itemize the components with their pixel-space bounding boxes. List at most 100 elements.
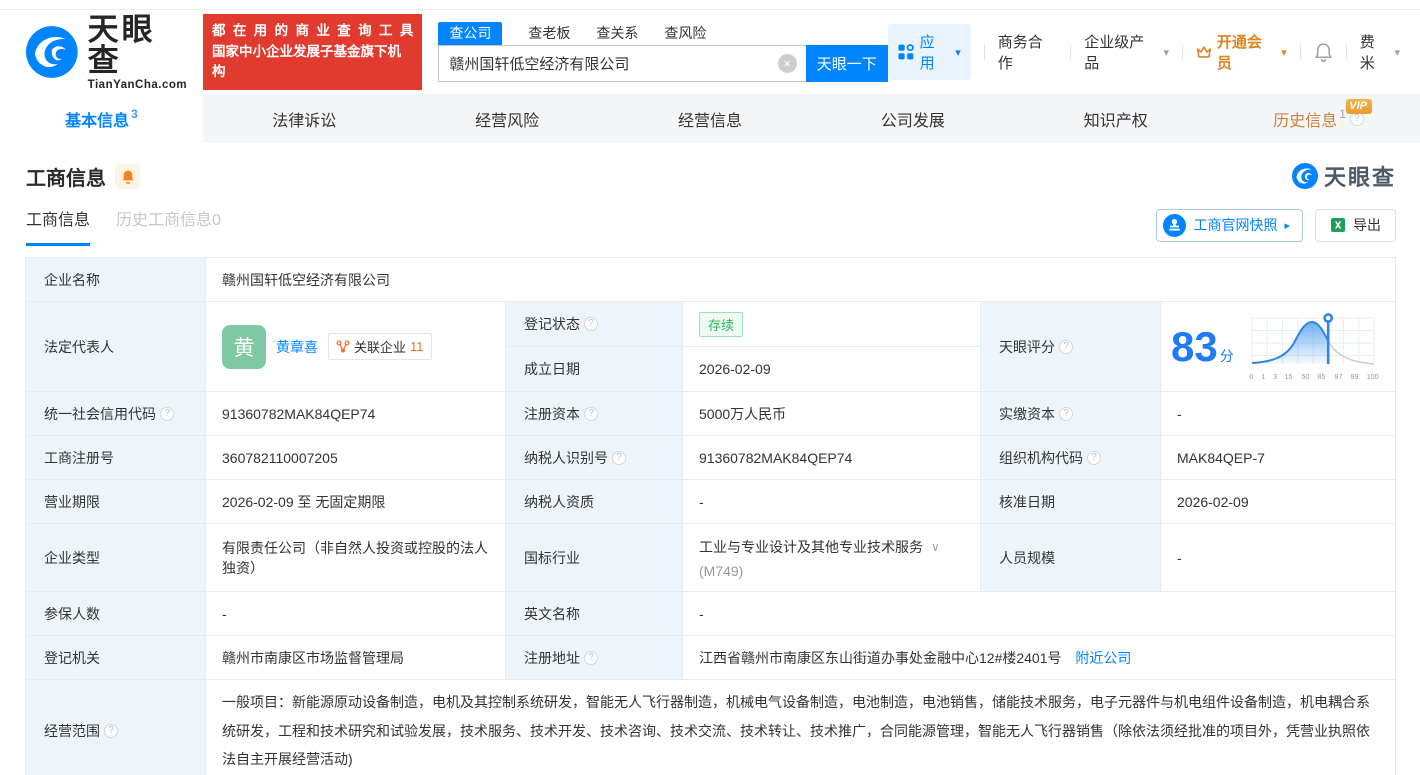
table-row: 营业期限 2026-02-09 至 无固定期限 纳税人资质 - 核准日期 202… — [25, 479, 1397, 524]
chevron-down-icon[interactable]: ∨ — [931, 540, 940, 554]
field-label-reg-number: 工商注册号 — [25, 435, 206, 480]
industry-code: (M749) — [699, 562, 744, 579]
divider — [1070, 44, 1072, 60]
clear-search-icon[interactable]: × — [777, 54, 797, 73]
tab-basic-info[interactable]: 基本信息 3 — [0, 94, 203, 143]
brand-slogan-badge: 都在用的商业查询工具 国家中小企业发展子基金旗下机构 — [203, 13, 423, 91]
tianyancha-logo-icon — [1291, 163, 1318, 189]
field-label-reg-status: 登记状态? — [505, 301, 683, 347]
bell-icon — [1315, 43, 1332, 62]
help-icon[interactable]: ? — [104, 724, 118, 739]
status-badge: 存续 — [699, 311, 744, 337]
help-icon[interactable]: ? — [160, 406, 174, 421]
tab-company-development[interactable]: 公司发展 — [811, 94, 1014, 143]
field-value-score: 83 分 0 1 3 15 50 85 97 99 100 — [1159, 301, 1397, 392]
tab-operational-risk[interactable]: 经营风险 — [406, 94, 609, 143]
user-menu[interactable]: 费米 ▾ — [1360, 31, 1400, 73]
help-icon[interactable]: ? — [584, 317, 598, 331]
subtab-history-business-info[interactable]: 历史工商信息0 — [116, 206, 221, 246]
legal-rep-avatar[interactable]: 黄 — [222, 324, 266, 369]
legal-rep-name-link[interactable]: 黄章喜 — [276, 337, 318, 357]
field-label-credit-code: 统一社会信用代码? — [25, 391, 206, 436]
field-value-credit-code: 91360782MAK84QEP74 — [205, 391, 506, 436]
export-button[interactable]: 导出 — [1315, 208, 1396, 242]
table-row: 工商注册号 360782110007205 纳税人识别号? 91360782MA… — [25, 435, 1397, 480]
field-label-insured-count: 参保人数 — [25, 591, 206, 636]
field-label-score: 天眼评分? — [980, 301, 1161, 392]
field-label-english-name: 英文名称 — [505, 591, 683, 636]
monitor-bell-button[interactable] — [115, 163, 140, 189]
field-label-company-type: 企业类型 — [25, 523, 206, 592]
score-number: 83 分 — [1171, 322, 1234, 370]
tianyancha-logo[interactable]: 天眼查 TianYanCha.com — [26, 14, 189, 91]
help-icon[interactable]: ? — [612, 450, 626, 465]
field-label-reg-authority: 登记机关 — [25, 635, 206, 680]
field-label-industry: 国标行业 — [505, 523, 683, 592]
field-value-approve-date: 2026-02-09 — [1159, 479, 1397, 524]
field-value-reg-number: 360782110007205 — [205, 435, 506, 480]
tab-intellectual-property[interactable]: 知识产权 — [1014, 94, 1217, 143]
slogan-line1: 都在用的商业查询工具 — [212, 22, 414, 38]
arrow-right-icon: ▸ — [1284, 219, 1290, 232]
search-input[interactable] — [438, 45, 806, 82]
caret-down-icon: ▾ — [1163, 46, 1170, 59]
brand-domain: TianYanCha.com — [87, 78, 188, 91]
help-icon[interactable]: ? — [584, 406, 598, 421]
help-icon[interactable]: ? — [584, 650, 598, 665]
apps-menu[interactable]: 应用 ▾ — [887, 24, 971, 80]
field-label-approve-date: 核准日期 — [980, 479, 1161, 524]
brand-name: 天眼查 — [87, 11, 156, 78]
apps-label: 应用 — [919, 34, 935, 72]
apps-grid-icon — [898, 44, 914, 60]
field-label-business-term: 营业期限 — [25, 479, 206, 524]
business-info-table: 企业名称 赣州国轩低空经济有限公司 法定代表人 黄 黄章喜 关联企业 11 登记… — [25, 257, 1397, 775]
field-label-establish-date: 成立日期 — [505, 346, 683, 392]
tab-business-info[interactable]: 经营信息 — [609, 94, 812, 143]
caret-down-icon: ▾ — [1281, 46, 1287, 59]
nav-enterprise-products[interactable]: 企业级产品 ▾ — [1084, 31, 1169, 73]
help-icon[interactable]: ? — [1087, 450, 1101, 465]
field-label-staff-size: 人员规模 — [980, 523, 1161, 592]
field-value-company-type: 有限责任公司（非自然人投资或控股的法人独资） — [205, 523, 506, 592]
field-value-taxpayer-id: 91360782MAK84QEP74 — [682, 435, 981, 480]
tab-count: 1 — [1339, 106, 1346, 121]
related-companies-badge[interactable]: 关联企业 11 — [328, 333, 432, 360]
notifications-button[interactable] — [1314, 42, 1333, 62]
field-value-industry: 工业与专业设计及其他专业技术服务 ∨ (M749) — [682, 523, 981, 592]
section-header: 工商信息 天眼查 — [26, 160, 1396, 192]
vip-badge: VIP — [1346, 99, 1373, 114]
open-vip-button[interactable]: 开通会员 ▾ — [1196, 31, 1287, 73]
table-row: 法定代表人 黄 黄章喜 关联企业 11 登记状态? 存续 天眼评分 ? 83 分… — [25, 301, 1397, 392]
field-value-paid-capital: - — [1159, 391, 1397, 436]
field-value-reg-capital: 5000万人民币 — [682, 391, 981, 436]
search-button[interactable]: 天眼一下 — [805, 45, 888, 82]
nearby-companies-link[interactable]: 附近公司 — [1075, 650, 1131, 666]
tab-legal-proceedings[interactable]: 法律诉讼 — [203, 94, 406, 143]
nav-business-cooperation[interactable]: 商务合作 — [998, 31, 1058, 73]
search-area: 查公司 查老板 查关系 查风险 × 天眼一下 — [438, 22, 888, 82]
field-value-business-scope: 一般项目：新能源原动设备制造，电机及其控制系统研发，智能无人飞行器制造，机械电气… — [204, 678, 1397, 775]
search-tabs: 查公司 查老板 查关系 查风险 — [438, 22, 887, 45]
field-label-business-scope: 经营范围? — [25, 678, 206, 775]
tab-history-info[interactable]: VIP 历史信息 1 ? — [1217, 94, 1420, 143]
help-icon[interactable]: ? — [1059, 406, 1073, 421]
tianyancha-logo-icon — [26, 26, 78, 78]
field-value-reg-address: 江西省赣州市南康区东山街道办事处金融中心12#楼2401号 附近公司 — [681, 635, 1397, 680]
score-distribution-chart: 0 1 3 15 50 85 97 99 100 — [1244, 312, 1382, 381]
search-tab-relation[interactable]: 查关系 — [596, 22, 638, 45]
subtab-business-info[interactable]: 工商信息 — [26, 206, 91, 246]
company-tabbar: 基本信息 3 法律诉讼 经营风险 经营信息 公司发展 知识产权 VIP 历史信息… — [0, 94, 1420, 143]
search-tab-boss[interactable]: 查老板 — [528, 22, 570, 45]
help-icon[interactable]: ? — [1059, 339, 1073, 354]
related-companies-count: 11 — [410, 339, 424, 354]
top-navigation: 应用 ▾ 商务合作 企业级产品 ▾ 开通会员 ▾ 费米 ▾ — [887, 24, 1400, 80]
tianyancha-watermark: 天眼查 — [1291, 160, 1396, 192]
field-value-insured-count: - — [205, 591, 506, 636]
search-tab-risk[interactable]: 查风险 — [664, 22, 706, 45]
search-tab-company[interactable]: 查公司 — [438, 22, 503, 45]
table-row: 企业类型 有限责任公司（非自然人投资或控股的法人独资） 国标行业 工业与专业设计… — [25, 523, 1397, 592]
official-snapshot-button[interactable]: 工商官网快照 ▸ — [1156, 208, 1303, 242]
divider — [1299, 44, 1301, 60]
score-axis-labels: 0 1 3 15 50 85 97 99 100 — [1248, 372, 1380, 381]
score-marker-pin — [1323, 313, 1333, 323]
